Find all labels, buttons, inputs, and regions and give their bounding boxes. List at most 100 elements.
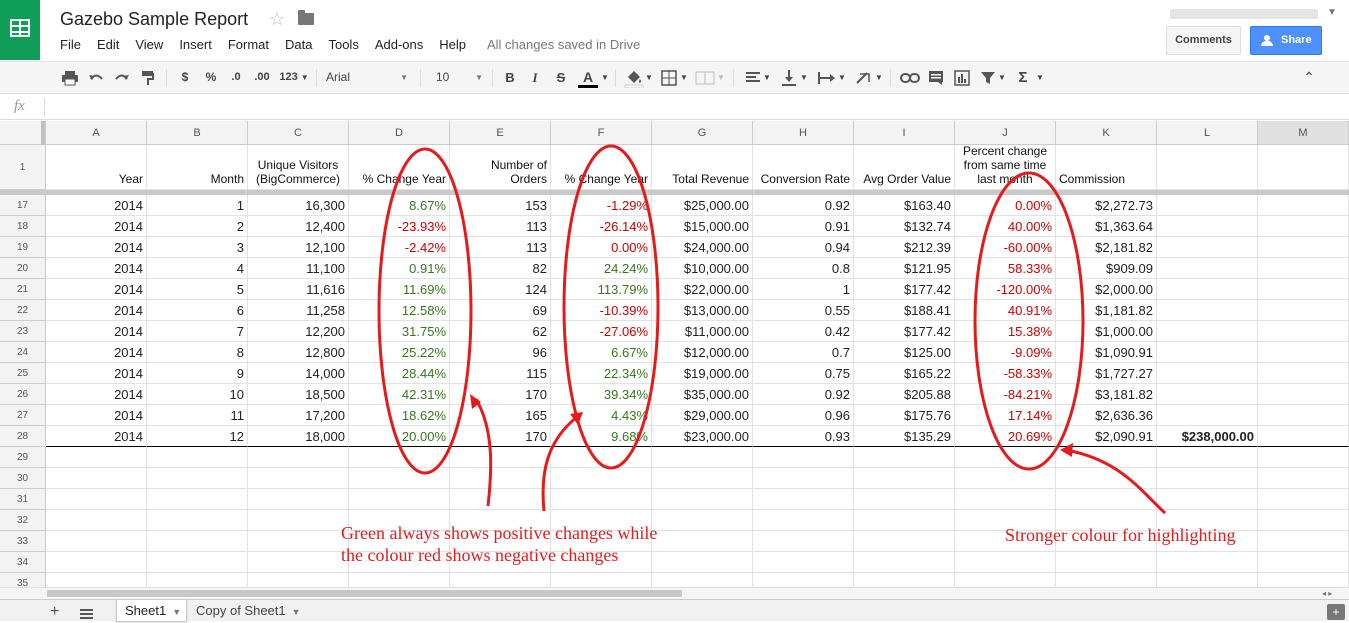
- cell-year[interactable]: 2014: [46, 300, 147, 321]
- cell-pct-change-month[interactable]: 40.91%: [955, 300, 1056, 321]
- cell-total-revenue[interactable]: $19,000.00: [652, 363, 753, 384]
- cell-unique-visitors[interactable]: 14,000: [248, 363, 349, 384]
- print-icon[interactable]: [61, 70, 79, 86]
- chevron-down-icon[interactable]: ▼: [875, 62, 883, 93]
- cell-pct-change-orders[interactable]: 6.67%: [551, 342, 652, 363]
- cell-total-revenue[interactable]: [652, 510, 753, 531]
- cell-year[interactable]: 2014: [46, 237, 147, 258]
- cell-commission[interactable]: $2,090.91: [1056, 426, 1157, 447]
- cell-year[interactable]: 2014: [46, 342, 147, 363]
- cell-year[interactable]: [46, 552, 147, 573]
- cell-commission[interactable]: $2,636.36: [1056, 405, 1157, 426]
- cell-year[interactable]: 2014: [46, 195, 147, 216]
- cell-orders[interactable]: 124: [450, 279, 551, 300]
- cell-total-revenue[interactable]: $11,000.00: [652, 321, 753, 342]
- cell-pct-change-orders[interactable]: 39.34%: [551, 384, 652, 405]
- sheet-tab-sheet1[interactable]: Sheet1 ▼: [116, 600, 187, 622]
- chevron-down-icon[interactable]: ▼: [1036, 62, 1044, 93]
- row-header[interactable]: 30: [0, 468, 46, 489]
- cell-orders[interactable]: 170: [450, 384, 551, 405]
- cell-avg-order-value[interactable]: [854, 489, 955, 510]
- cell-total-revenue[interactable]: $15,000.00: [652, 216, 753, 237]
- cell-conversion-rate[interactable]: [753, 531, 854, 552]
- cell-pct-change-visitors[interactable]: [349, 447, 450, 468]
- cell-total-revenue[interactable]: $13,000.00: [652, 300, 753, 321]
- cell-col-m[interactable]: [1258, 195, 1349, 216]
- cell-year[interactable]: 2014: [46, 279, 147, 300]
- cell-conversion-rate[interactable]: 0.55: [753, 300, 854, 321]
- header-cell-conversion-rate[interactable]: Conversion Rate: [753, 145, 854, 190]
- align-left-icon[interactable]: [745, 71, 761, 85]
- sheets-logo-icon[interactable]: [0, 0, 40, 60]
- header-cell-commission[interactable]: Commission: [1056, 145, 1157, 190]
- column-header-e[interactable]: E: [450, 121, 551, 145]
- menu-help[interactable]: Help: [439, 37, 466, 52]
- explore-icon[interactable]: +: [1327, 604, 1345, 620]
- cell-pct-change-month[interactable]: -120.00%: [955, 279, 1056, 300]
- row-header[interactable]: 31: [0, 489, 46, 510]
- cell-pct-change-orders[interactable]: [551, 447, 652, 468]
- document-title[interactable]: Gazebo Sample Report: [60, 9, 248, 30]
- column-header-l[interactable]: L: [1157, 121, 1258, 145]
- cell-unique-visitors[interactable]: [248, 510, 349, 531]
- column-header-a[interactable]: A: [46, 121, 147, 145]
- strikethrough-button[interactable]: S: [553, 62, 569, 93]
- cell-conversion-rate[interactable]: [753, 447, 854, 468]
- cell-pct-change-orders[interactable]: [551, 468, 652, 489]
- row-header[interactable]: 17: [0, 195, 46, 216]
- cell-col-m[interactable]: [1258, 384, 1349, 405]
- menu-tools[interactable]: Tools: [328, 37, 358, 52]
- header-cell-unique-visitors[interactable]: Unique Visitors (BigCommerce): [248, 145, 349, 190]
- cell-col-l[interactable]: [1157, 552, 1258, 573]
- cell-unique-visitors[interactable]: 17,200: [248, 405, 349, 426]
- cell-commission[interactable]: $3,181.82: [1056, 384, 1157, 405]
- cell-pct-change-month[interactable]: [955, 447, 1056, 468]
- cell-year[interactable]: 2014: [46, 216, 147, 237]
- cell-avg-order-value[interactable]: $177.42: [854, 321, 955, 342]
- link-icon[interactable]: [900, 72, 920, 84]
- italic-button[interactable]: I: [527, 62, 543, 93]
- header-cell-col-l[interactable]: [1157, 145, 1258, 190]
- comments-button[interactable]: Comments: [1166, 26, 1241, 55]
- cell-pct-change-visitors[interactable]: [349, 489, 450, 510]
- redo-icon[interactable]: [113, 70, 131, 86]
- cell-orders[interactable]: [450, 468, 551, 489]
- cell-pct-change-orders[interactable]: -10.39%: [551, 300, 652, 321]
- cell-total-revenue[interactable]: [652, 468, 753, 489]
- cell-col-m[interactable]: [1258, 405, 1349, 426]
- font-family-select[interactable]: Arial ▼: [322, 62, 412, 93]
- cell-avg-order-value[interactable]: $135.29: [854, 426, 955, 447]
- cell-avg-order-value[interactable]: $125.00: [854, 342, 955, 363]
- row-header[interactable]: 19: [0, 237, 46, 258]
- paint-format-icon[interactable]: [140, 70, 156, 86]
- header-cell-avg-order-value[interactable]: Avg Order Value: [854, 145, 955, 190]
- cell-unique-visitors[interactable]: [248, 489, 349, 510]
- cell-col-l[interactable]: [1157, 279, 1258, 300]
- cell-orders[interactable]: 170: [450, 426, 551, 447]
- chevron-down-icon[interactable]: ▼: [800, 62, 808, 93]
- more-formats-button[interactable]: 123 ▼: [277, 62, 311, 93]
- cell-pct-change-visitors[interactable]: 25.22%: [349, 342, 450, 363]
- cell-pct-change-orders[interactable]: 0.00%: [551, 237, 652, 258]
- header-cell-total-revenue[interactable]: Total Revenue: [652, 145, 753, 190]
- cell-pct-change-orders[interactable]: -27.06%: [551, 321, 652, 342]
- text-rotation-icon[interactable]: [855, 70, 873, 86]
- cell-total-revenue[interactable]: [652, 447, 753, 468]
- menu-edit[interactable]: Edit: [97, 37, 119, 52]
- chart-icon[interactable]: [954, 70, 970, 86]
- cell-unique-visitors[interactable]: 18,000: [248, 426, 349, 447]
- cell-commission[interactable]: $2,272.73: [1056, 195, 1157, 216]
- row-header[interactable]: 33: [0, 531, 46, 552]
- cell-conversion-rate[interactable]: 0.92: [753, 195, 854, 216]
- cell-total-revenue[interactable]: $24,000.00: [652, 237, 753, 258]
- cell-pct-change-month[interactable]: -60.00%: [955, 237, 1056, 258]
- cell-pct-change-month[interactable]: 40.00%: [955, 216, 1056, 237]
- column-header-i[interactable]: I: [854, 121, 955, 145]
- cell-total-revenue[interactable]: $25,000.00: [652, 195, 753, 216]
- cell-year[interactable]: 2014: [46, 363, 147, 384]
- chevron-down-icon[interactable]: ▼: [600, 62, 610, 93]
- column-header-d[interactable]: D: [349, 121, 450, 145]
- cell-pct-change-month[interactable]: -9.09%: [955, 342, 1056, 363]
- cell-year[interactable]: [46, 468, 147, 489]
- chevron-down-icon[interactable]: ▼: [680, 62, 688, 93]
